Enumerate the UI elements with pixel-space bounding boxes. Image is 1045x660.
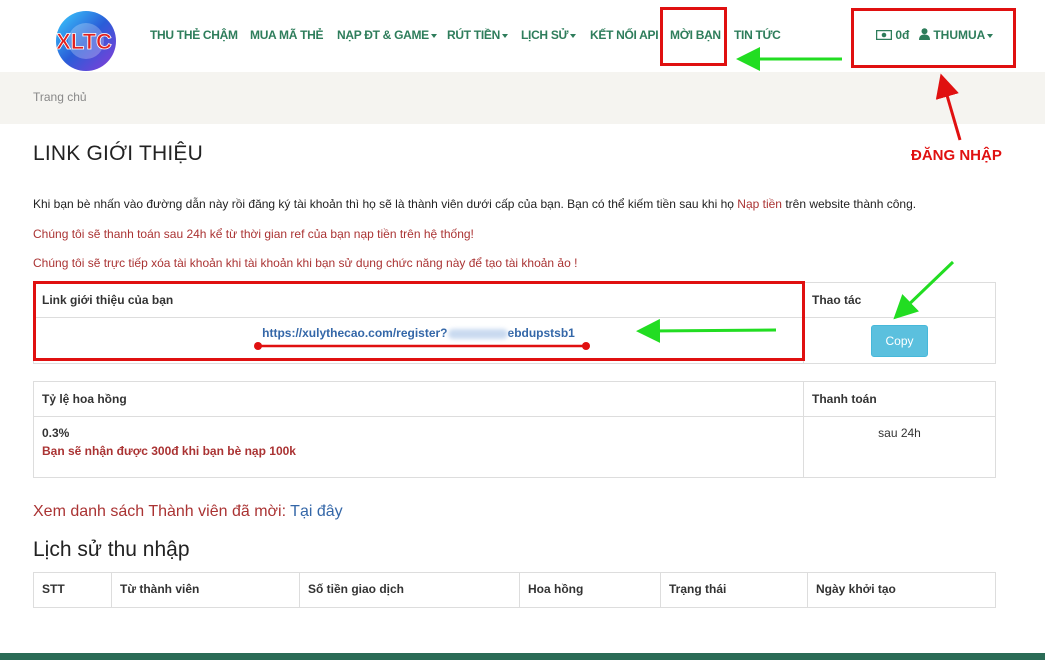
arrow-to-login xyxy=(935,73,962,141)
arrow-to-link xyxy=(636,318,777,343)
underline-dot-start xyxy=(254,342,262,350)
arrow-to-copy xyxy=(893,260,955,320)
underline-dot-end xyxy=(582,342,590,350)
annotation-arrows xyxy=(254,47,962,350)
